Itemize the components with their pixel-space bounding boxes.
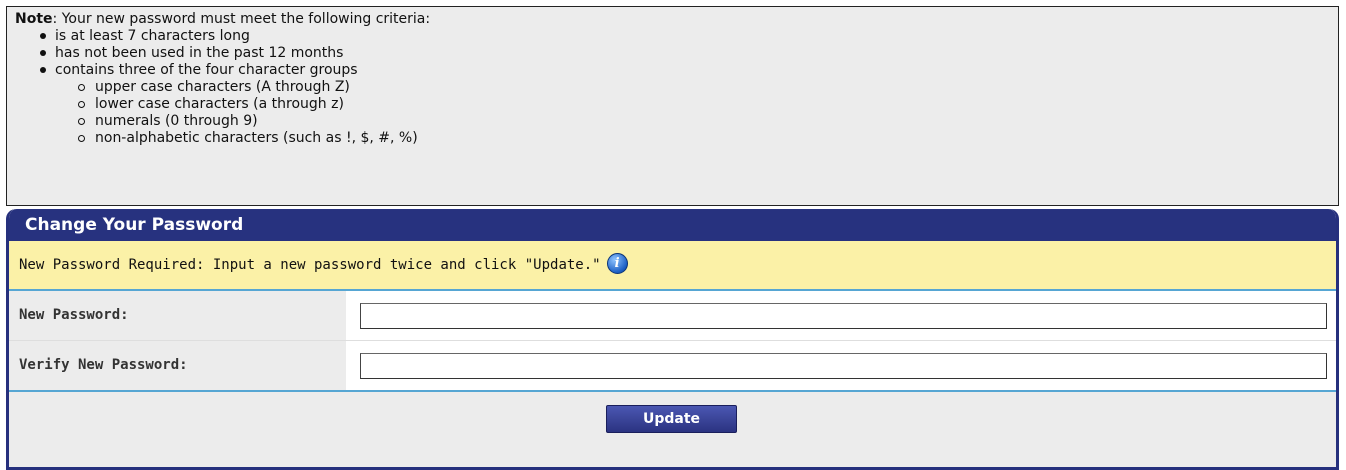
actions-bar: Update: [9, 392, 1336, 452]
info-icon[interactable]: i: [606, 253, 628, 274]
new-password-cell: [349, 291, 1336, 340]
criteria-item: is at least 7 characters long: [40, 28, 1330, 45]
note-intro: Note: Your new password must meet the fo…: [15, 11, 1330, 28]
verify-password-cell: [349, 341, 1336, 390]
character-group-item: lower case characters (a through z): [78, 96, 1330, 113]
criteria-item: has not been used in the past 12 months: [40, 45, 1330, 62]
notice-text: New Password Required: Input a new passw…: [19, 257, 601, 273]
new-password-notice: New Password Required: Input a new passw…: [9, 241, 1336, 291]
panel-title: Change Your Password: [9, 209, 1336, 241]
character-group-item: numerals (0 through 9): [78, 113, 1330, 130]
criteria-item: contains three of the four character gro…: [40, 62, 1330, 147]
character-group-item: upper case characters (A through Z): [78, 79, 1330, 96]
note-prefix: Note: [15, 11, 53, 27]
new-password-label: New Password:: [9, 291, 349, 340]
character-group-item: non-alphabetic characters (such as !, $,…: [78, 130, 1330, 147]
criteria-item-text: contains three of the four character gro…: [55, 62, 358, 78]
note-intro-text: : Your new password must meet the follow…: [52, 11, 431, 27]
update-button[interactable]: Update: [606, 405, 737, 433]
verify-password-input[interactable]: [360, 353, 1327, 379]
new-password-row: New Password:: [9, 291, 1336, 341]
character-groups-list: upper case characters (A through Z) lowe…: [55, 79, 1330, 147]
verify-password-label: Verify New Password:: [9, 341, 349, 390]
verify-password-row: Verify New Password:: [9, 341, 1336, 392]
new-password-input[interactable]: [360, 303, 1327, 329]
criteria-list: is at least 7 characters long has not be…: [15, 28, 1330, 147]
password-criteria-note: Note: Your new password must meet the fo…: [6, 6, 1339, 206]
change-password-panel: Change Your Password New Password Requir…: [6, 209, 1339, 470]
